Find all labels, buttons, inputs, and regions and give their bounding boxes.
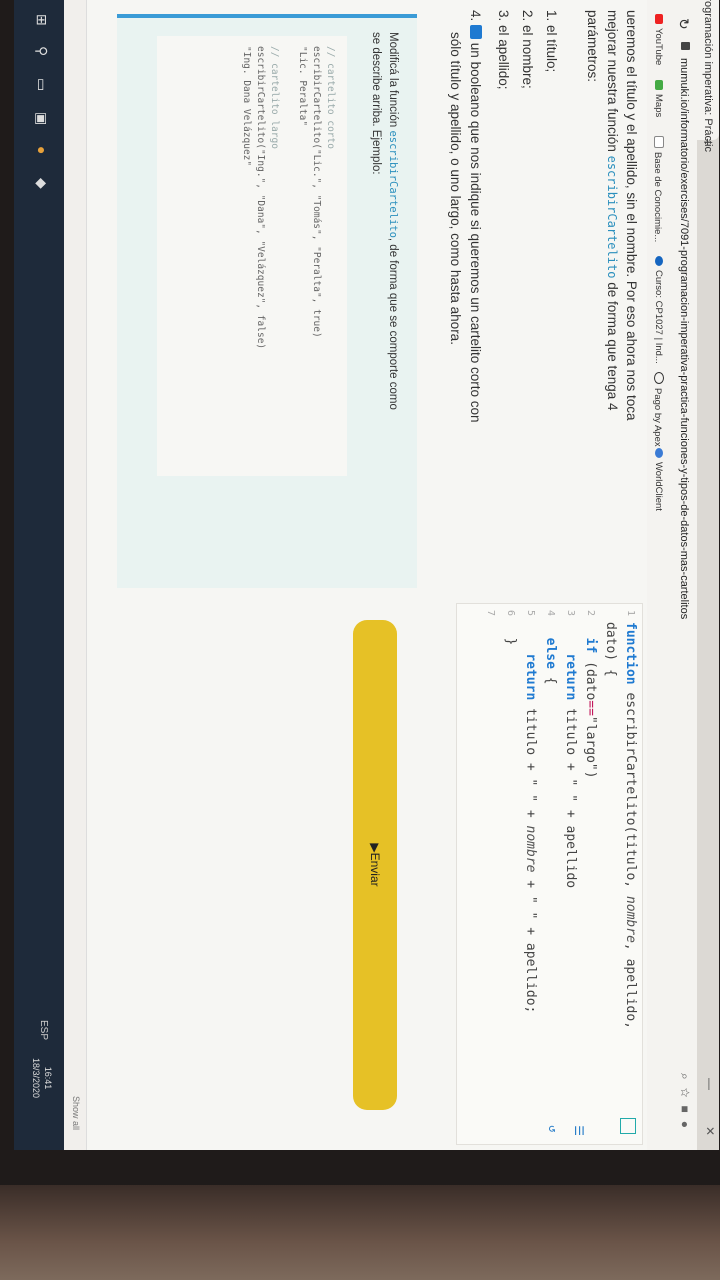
chrome-icon[interactable]: ● (34, 146, 50, 154)
address-bar: ↻ mumuki.io/informatorio/exercises/7091-… (668, 0, 697, 1150)
tab-strip: Programación imperativa: Práctic + — ✕ (697, 0, 719, 1150)
tab-active[interactable]: Programación imperativa: Práctic (697, 0, 719, 152)
example-code: // cartelito corto escribirCartelito("Li… (157, 36, 347, 476)
windows-start-icon[interactable]: ⊞ (33, 14, 50, 26)
youtube-icon (655, 14, 663, 24)
course-icon (655, 256, 663, 266)
pago-icon (654, 372, 664, 384)
editor-side-icons: ☰ ↺ (540, 1125, 592, 1136)
intro-text: ueremos el título y el apellido, sin el … (585, 10, 639, 421)
bookmark-curso[interactable]: Curso: CP1027 | Ind... (653, 256, 664, 364)
param-list: 1. el título; 2. el nombre; 3. el apelli… (491, 10, 563, 90)
list-item: 1. el título; (544, 10, 559, 73)
code-line: return titulo + " " + apellido (563, 653, 578, 889)
desk-surface (0, 1185, 720, 1280)
code-line: return titulo + " " + nombre + " " + ape… (523, 653, 538, 1014)
bookmark-worldclient[interactable]: WorldClient (653, 448, 664, 511)
close-icon[interactable]: ✕ (703, 1126, 717, 1136)
url-text[interactable]: mumuki.io/informatorio/exercises/7091-pr… (678, 58, 690, 619)
maps-icon (655, 80, 663, 90)
reset-icon[interactable]: ↺ (540, 1125, 566, 1136)
page-icon (654, 136, 664, 148)
clock[interactable]: 16:41 18/3/2020 (30, 1058, 54, 1098)
photo-background: hp Programación imperativa: Práctic + — … (0, 0, 720, 1280)
list-icon[interactable]: ☰ (566, 1125, 592, 1136)
address-bar-icons: ⌕☆■● (677, 1073, 692, 1136)
code-editor[interactable]: ☰ ↺ 1 function escribirCartelito(titulo,… (456, 603, 643, 1145)
screen: Programación imperativa: Práctic + — ✕ ↻… (14, 0, 719, 1150)
system-tray[interactable]: ESP (38, 1020, 49, 1040)
browser-window: Programación imperativa: Práctic + — ✕ ↻… (14, 0, 719, 1150)
expand-icon[interactable] (620, 1118, 636, 1134)
taskbar: ⊞ ⚲ ▭ ▣ ● ◆ ESP 16:41 18/3/2020 (14, 0, 64, 1150)
exercise-page: ueremos el título y el apellido, sin el … (87, 0, 647, 1150)
submit-button[interactable]: ▶Enviar (353, 620, 397, 1110)
profile-icon[interactable]: ● (678, 1121, 692, 1136)
globe-icon (655, 448, 663, 458)
bookmark-youtube[interactable]: YouTube (653, 14, 664, 65)
extension-icon[interactable]: ■ (678, 1106, 692, 1121)
bookmark-pago[interactable]: Pago by Apex (652, 372, 664, 447)
new-tab-button[interactable]: + (697, 128, 719, 156)
lock-icon (681, 42, 690, 50)
exercise-instructions: Modificá la función escribirCartelito, d… (370, 32, 399, 410)
list-item: 2. el nombre; (520, 10, 535, 89)
downloads-bar: Show all (63, 0, 87, 1150)
code-line: } (503, 622, 518, 646)
boolean-badge-icon (470, 25, 482, 40)
star-icon[interactable]: ☆ (678, 1088, 692, 1106)
code-line: if (dato=="largo") (583, 637, 598, 779)
task-view-icon[interactable]: ▭ (33, 78, 50, 91)
file-explorer-icon[interactable]: ▣ (33, 112, 50, 125)
code-line: function escribirCartelito(titulo, nombr… (623, 622, 638, 1030)
bookmarks-bar: YouTube Maps Base de Conocimie... Curso:… (646, 0, 669, 1150)
reload-icon[interactable]: ↻ (675, 18, 692, 30)
function-name: escribirCartelito (605, 155, 619, 279)
list-item-4: 4. un booleano que nos indique si querem… (448, 10, 483, 423)
search-icon[interactable]: ⚲ (33, 46, 50, 56)
exercise-box: Modificá la función escribirCartelito, d… (117, 14, 417, 588)
code-line: dato) { (603, 622, 618, 677)
code-line: else { (543, 637, 558, 685)
app-icon[interactable]: ◆ (33, 178, 50, 189)
list-item: 3. el apellido; (496, 10, 511, 90)
show-all-link[interactable]: Show all (71, 1096, 81, 1130)
bookmark-base[interactable]: Base de Conocimie... (652, 136, 664, 242)
bookmark-maps[interactable]: Maps (653, 80, 664, 117)
minimize-icon[interactable]: — (703, 1078, 717, 1090)
search-icon[interactable]: ⌕ (678, 1073, 692, 1088)
